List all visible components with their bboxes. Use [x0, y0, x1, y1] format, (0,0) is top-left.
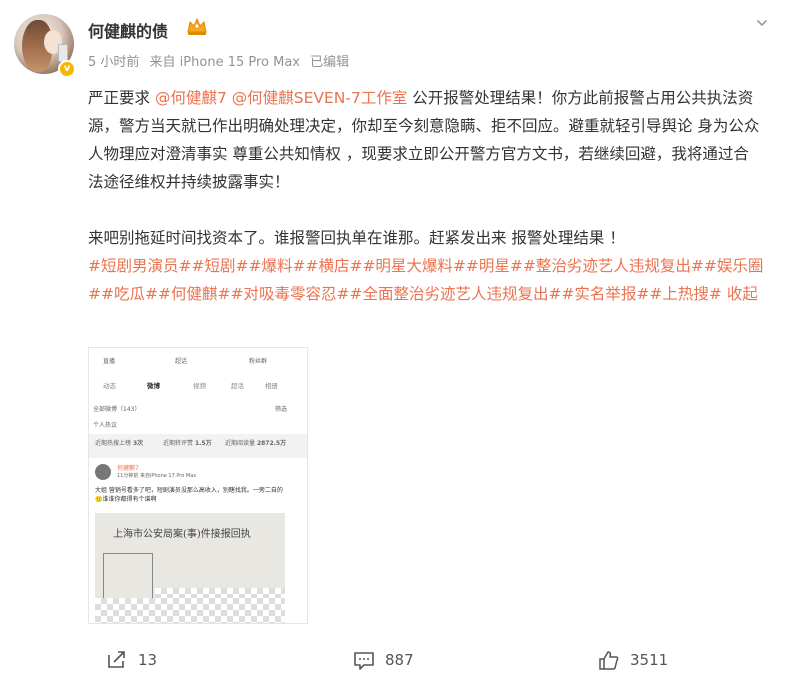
hashtag-link[interactable]: #整治劣迹艺人违规复出# [523, 257, 704, 275]
image-profile-band: 直播 超话 粉丝群 动态 微博 视频 超话 相册 全部微博（143） 筛选 个人… [89, 348, 307, 434]
crown-icon [187, 17, 207, 35]
image-tab: 视频 [193, 382, 206, 390]
hashtag-link[interactable]: #爆料# [248, 257, 305, 275]
chevron-down-icon[interactable] [755, 16, 769, 30]
image-receipt-title: 上海市公安局案(事)件接报回执 [113, 529, 251, 540]
image-inner-user: 何健麒7 [117, 465, 139, 472]
weibo-post-card: v 何健麒的债 5 小时前 来自 iPhone 15 Pro Max 已编辑 严… [0, 0, 789, 692]
post-paragraph-1: 严正要求 @何健麒7 @何健麒SEVEN-7工作室 公开报警处理结果！你方此前报… [88, 84, 764, 196]
thumbs-up-icon [599, 651, 619, 670]
comment-icon [354, 652, 374, 670]
image-stat: 近期转评赞 1.5万 [163, 438, 212, 447]
hashtag-link[interactable]: #实名举报# [561, 285, 649, 303]
post-paragraph-2: 来吧别拖延时间找资本了。谁报警回执单在谁那。赶紧发出来 报警处理结果 ！ #短剧男… [88, 224, 764, 308]
comment-button[interactable]: 887 [353, 648, 414, 672]
repost-count: 13 [138, 651, 158, 669]
hashtag-link[interactable]: #短剧男演员# [88, 257, 191, 275]
image-stat-value: 2872.5万 [256, 440, 287, 447]
image-stat: 近期阅读量 2872.5万 [225, 438, 286, 447]
image-redaction [95, 598, 285, 623]
text-segment: 严正要求 [88, 89, 155, 107]
hashtag-link[interactable]: #对吸毒零容忍# [230, 285, 349, 303]
mention-link-2[interactable]: @何健麒SEVEN-7工作室 [232, 89, 408, 107]
image-stats-title: 个人热议 [93, 422, 118, 429]
image-inner-post: 何健麒7 11分钟前 来自iPhone 17 Pro Max 大姐 营销号看多了… [89, 458, 307, 623]
image-tab: 相册 [265, 382, 278, 390]
repost-icon [108, 651, 125, 668]
collapse-link[interactable]: 收起 [727, 285, 758, 303]
like-button[interactable]: 3511 [598, 648, 668, 672]
mention-link-1[interactable]: @何健麒7 [155, 89, 227, 107]
image-stat-value: 3次 [132, 440, 144, 447]
repost-button[interactable]: 13 [106, 648, 157, 672]
image-stat-label: 近期热搜上榜 [95, 440, 132, 447]
text-segment: 来吧别拖延时间找资本了。谁报警回执单在谁那。赶紧发出来 报警处理结果 ！ [88, 229, 625, 247]
image-inner-avatar [95, 464, 111, 480]
image-filter-label: 全部微博（143） [93, 406, 141, 413]
image-tab: 微博 [147, 382, 160, 390]
hashtag-link[interactable]: #何健麒# [158, 285, 230, 303]
image-inner-text: 大姐 营销号看多了吧，短剧演员没那么高收入，别瞎找我。一旁二自的🙂谁谁你都得有个… [95, 487, 283, 503]
hashtag-link[interactable]: #明星# [466, 257, 523, 275]
hashtag-link[interactable]: #吃瓜# [101, 285, 158, 303]
image-stat-value: 1.5万 [194, 440, 212, 447]
image-top-item: 超话 [175, 358, 188, 365]
image-stat-label: 近期阅读量 [225, 440, 256, 447]
image-tab: 动态 [103, 382, 116, 390]
image-receipt-table [103, 553, 153, 601]
image-tabs: 动态 微博 视频 超话 相册 [89, 380, 307, 394]
hashtag-link[interactable]: #横店# [305, 257, 362, 275]
verified-badge-icon: v [58, 60, 76, 78]
image-stat-label: 近期转评赞 [163, 440, 194, 447]
like-count: 3511 [630, 651, 669, 669]
hashtag-link[interactable]: #明星大爆料# [362, 257, 465, 275]
image-inner-meta: 11分钟前 来自iPhone 17 Pro Max [117, 473, 197, 479]
username[interactable]: 何健麒的债 [88, 18, 168, 42]
hashtag-link[interactable]: #上热搜# [649, 285, 721, 303]
post-image[interactable]: 直播 超话 粉丝群 动态 微博 视频 超话 相册 全部微博（143） 筛选 个人… [88, 347, 308, 624]
image-receipt-document: 上海市公安局案(事)件接报回执 [95, 513, 285, 623]
post-edited[interactable]: 已编辑 [310, 55, 349, 70]
image-filter-button: 筛选 [275, 406, 288, 413]
image-top-item: 直播 [103, 358, 116, 365]
hashtag-link[interactable]: #短剧# [191, 257, 248, 275]
post-meta: 5 小时前 来自 iPhone 15 Pro Max 已编辑 [88, 51, 355, 70]
image-top-item: 粉丝群 [249, 358, 268, 365]
hashtag-link[interactable]: #全面整治劣迹艺人违规复出# [349, 285, 561, 303]
post-content: 严正要求 @何健麒7 @何健麒SEVEN-7工作室 公开报警处理结果！你方此前报… [88, 84, 764, 308]
post-source: 来自 iPhone 15 Pro Max [149, 55, 300, 70]
comment-count: 887 [385, 651, 414, 669]
post-time[interactable]: 5 小时前 [88, 55, 139, 70]
post-actions: 13 887 3511 [0, 640, 789, 680]
image-tab: 超话 [231, 382, 244, 390]
image-stat: 近期热搜上榜 3次 [95, 438, 143, 447]
